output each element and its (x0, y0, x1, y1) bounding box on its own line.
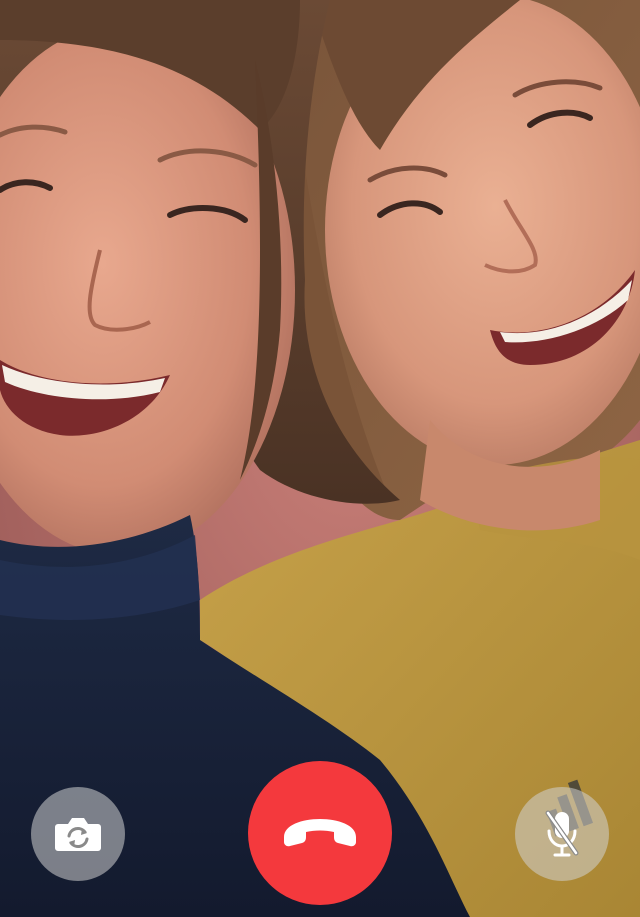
video-call-screen (0, 0, 640, 917)
mute-button[interactable] (515, 787, 609, 881)
phone-hangup-icon (284, 819, 356, 847)
flip-camera-button[interactable] (31, 787, 125, 881)
microphone-muted-icon (545, 810, 579, 857)
end-call-button[interactable] (248, 761, 392, 905)
camera-flip-icon (55, 818, 101, 851)
